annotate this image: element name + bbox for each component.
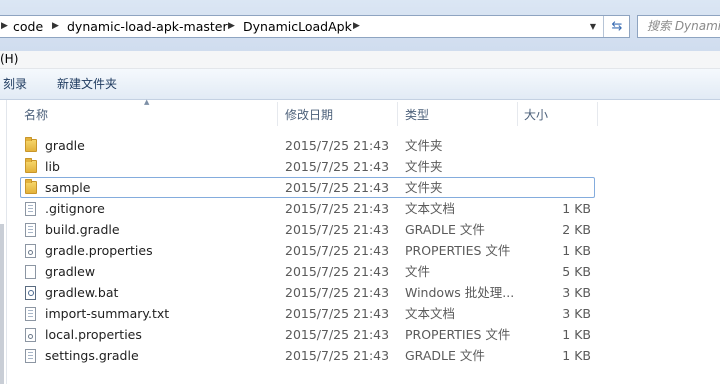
- address-bar-area: ▶ code ▶ dynamic-load-apk-master ▶ Dynam…: [0, 0, 720, 54]
- refresh-icon[interactable]: ⇆: [603, 16, 630, 37]
- breadcrumb-code[interactable]: code: [13, 18, 43, 35]
- breadcrumb-separator-icon[interactable]: ▶: [353, 18, 360, 35]
- file-row-sample[interactable]: sample 2015/7/25 21:43 文件夹: [20, 177, 595, 198]
- search-input[interactable]: 搜索 DynamicLoadApk: [637, 15, 720, 38]
- file-row-import-summary[interactable]: import-summary.txt 2015/7/25 21:43 文本文档 …: [20, 303, 595, 324]
- column-header-modified[interactable]: 修改日期: [278, 102, 398, 126]
- folder-icon: [25, 137, 37, 152]
- file-row-gradlew[interactable]: gradlew 2015/7/25 21:43 文件 5 KB: [20, 261, 595, 282]
- burn-button[interactable]: 刻录: [3, 69, 27, 100]
- folder-icon: [25, 158, 37, 173]
- gradle-file-icon: [25, 349, 36, 363]
- column-header-type[interactable]: 类型: [398, 102, 518, 126]
- menu-help[interactable]: (H): [0, 51, 18, 68]
- folder-icon: [25, 179, 37, 194]
- properties-file-icon: [25, 244, 36, 258]
- file-row-gitignore[interactable]: .gitignore 2015/7/25 21:43 文本文档 1 KB: [20, 198, 595, 219]
- address-bar[interactable]: ▶ code ▶ dynamic-load-apk-master ▶ Dynam…: [0, 15, 630, 38]
- navigation-pane-scrollbar[interactable]: [0, 224, 4, 384]
- breadcrumb-separator-icon[interactable]: ▶: [228, 18, 235, 35]
- column-header-size[interactable]: 大小: [518, 102, 598, 126]
- file-row-gradlew-bat[interactable]: gradlew.bat 2015/7/25 21:43 Windows 批处理.…: [20, 282, 595, 303]
- file-row-settings-gradle[interactable]: settings.gradle 2015/7/25 21:43 GRADLE 文…: [20, 345, 595, 366]
- file-row-local-properties[interactable]: local.properties 2015/7/25 21:43 PROPERT…: [20, 324, 595, 345]
- breadcrumb-separator-icon[interactable]: ▶: [1, 18, 8, 35]
- breadcrumb-dynamicloadapk[interactable]: DynamicLoadApk: [243, 18, 352, 35]
- file-row-lib[interactable]: lib 2015/7/25 21:43 文件夹: [20, 156, 595, 177]
- address-history-dropdown-icon[interactable]: ▼: [584, 17, 602, 36]
- file-row-gradle-properties[interactable]: gradle.properties 2015/7/25 21:43 PROPER…: [20, 240, 595, 261]
- column-header-name[interactable]: 名称: [20, 102, 278, 126]
- file-row-gradle[interactable]: gradle 2015/7/25 21:43 文件夹: [20, 135, 595, 156]
- blank-file-icon: [25, 265, 36, 279]
- properties-file-icon: [25, 328, 36, 342]
- file-row-build-gradle[interactable]: build.gradle 2015/7/25 21:43 GRADLE 文件 2…: [20, 219, 595, 240]
- text-file-icon: [25, 307, 36, 321]
- breadcrumb-dynamic-load-apk-master[interactable]: dynamic-load-apk-master: [67, 18, 228, 35]
- menu-bar: (H): [0, 51, 720, 69]
- breadcrumb-separator-icon[interactable]: ▶: [52, 18, 59, 35]
- command-toolbar: 刻录 新建文件夹: [0, 69, 720, 100]
- text-file-icon: [25, 202, 36, 216]
- gradle-file-icon: [25, 223, 36, 237]
- new-folder-button[interactable]: 新建文件夹: [57, 69, 117, 100]
- batch-file-icon: [25, 286, 36, 300]
